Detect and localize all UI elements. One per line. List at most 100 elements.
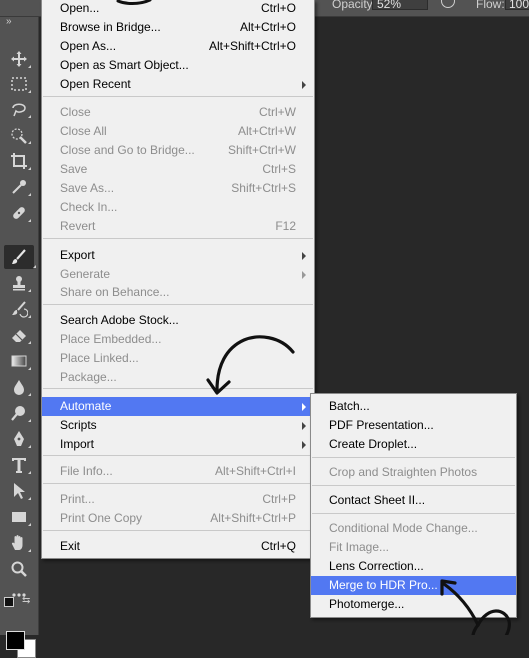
- submenu-item-conditional-mode-change[interactable]: Conditional Mode Change...: [311, 519, 516, 538]
- menu-item-label: Automate: [60, 399, 112, 413]
- menu-item-label: Open Recent: [60, 77, 131, 91]
- menu-item-import[interactable]: Import: [42, 435, 314, 454]
- brush-tool-icon[interactable]: [4, 245, 36, 269]
- submenu-item-photomerge[interactable]: Photomerge...: [311, 595, 516, 614]
- submenu-item-label: Create Droplet...: [329, 437, 418, 451]
- history-brush-tool-icon[interactable]: [9, 299, 31, 319]
- menu-item-open-as-smart-object[interactable]: Open as Smart Object...: [42, 56, 314, 75]
- menu-item-search-adobe-stock[interactable]: Search Adobe Stock...: [42, 311, 314, 330]
- menu-item-shortcut: Shift+Ctrl+W: [227, 143, 296, 157]
- rectangle-tool-icon[interactable]: [9, 507, 31, 527]
- opacity-field[interactable]: 52%: [372, 0, 428, 11]
- menu-item-exit[interactable]: Exit Ctrl+Q: [42, 537, 314, 556]
- menu-item-shortcut: Alt+Ctrl+W: [237, 124, 296, 138]
- menu-item-place-linked[interactable]: Place Linked...: [42, 349, 314, 368]
- marquee-tool-icon[interactable]: [9, 74, 31, 94]
- crop-tool-icon[interactable]: [9, 151, 31, 171]
- menu-separator: [312, 513, 515, 514]
- menu-item-save-as[interactable]: Save As... Shift+Ctrl+S: [42, 179, 314, 198]
- submenu-item-create-droplet[interactable]: Create Droplet...: [311, 435, 516, 454]
- menu-item-shortcut: Shift+Ctrl+S: [231, 181, 296, 195]
- menu-separator: [43, 96, 313, 97]
- menu-item-close[interactable]: Close Ctrl+W: [42, 103, 314, 122]
- menu-item-label: Place Linked...: [60, 351, 139, 365]
- menu-item-open-recent[interactable]: Open Recent: [42, 75, 314, 94]
- menu-item-shortcut: Alt+Shift+Ctrl+P: [210, 511, 296, 525]
- menu-item-shortcut: Ctrl+O: [260, 1, 296, 15]
- menu-separator: [43, 530, 313, 531]
- type-tool-icon[interactable]: [9, 455, 31, 475]
- menu-item-label: Package...: [60, 370, 117, 384]
- flow-label: Flow:: [476, 0, 505, 11]
- menu-item-open[interactable]: Open... Ctrl+O: [42, 0, 314, 18]
- submenu-item-label: Photomerge...: [329, 597, 405, 611]
- menu-item-label: Check In...: [60, 200, 118, 214]
- submenu-item-merge-to-hdr-pro[interactable]: Merge to HDR Pro...: [311, 576, 516, 595]
- menu-item-share-on-behance[interactable]: Share on Behance...: [42, 283, 314, 302]
- menu-item-revert[interactable]: Revert F12: [42, 217, 314, 236]
- airbrush-icon[interactable]: [441, 0, 455, 8]
- menu-separator: [43, 455, 313, 456]
- automate-submenu: Batch... PDF Presentation... Create Drople…: [310, 393, 517, 618]
- menu-item-close-all[interactable]: Close All Alt+Ctrl+W: [42, 122, 314, 141]
- flow-field[interactable]: 100: [505, 0, 529, 11]
- menu-item-check-in[interactable]: Check In...: [42, 198, 314, 217]
- submenu-item-label: Lens Correction...: [329, 559, 424, 573]
- menu-item-generate[interactable]: Generate: [42, 265, 314, 284]
- eyedropper-tool-icon[interactable]: [9, 177, 31, 197]
- menu-item-package[interactable]: Package...: [42, 368, 314, 387]
- menu-item-label: Search Adobe Stock...: [60, 313, 179, 327]
- menu-item-label: Generate: [60, 267, 111, 281]
- hand-tool-icon[interactable]: [9, 533, 31, 553]
- menu-item-label: Browse in Bridge...: [60, 20, 161, 34]
- menu-item-print[interactable]: Print... Ctrl+P: [42, 490, 314, 509]
- submenu-arrow-icon: [302, 252, 306, 260]
- blur-tool-icon[interactable]: [9, 377, 31, 397]
- lasso-tool-icon[interactable]: [9, 99, 31, 119]
- opacity-label: Opacity:: [332, 0, 377, 11]
- eraser-tool-icon[interactable]: [9, 325, 31, 345]
- menu-item-label: Open As...: [60, 39, 117, 53]
- submenu-item-lens-correction[interactable]: Lens Correction...: [311, 557, 516, 576]
- submenu-arrow-icon: [302, 403, 306, 411]
- menu-item-export[interactable]: Export: [42, 246, 314, 265]
- dodge-tool-icon[interactable]: [9, 403, 31, 423]
- menu-item-shortcut: Alt+Shift+Ctrl+I: [214, 464, 296, 478]
- gradient-tool-icon[interactable]: [9, 351, 31, 371]
- menu-item-save[interactable]: Save Ctrl+S: [42, 160, 314, 179]
- menu-item-print-one-copy[interactable]: Print One Copy Alt+Shift+Ctrl+P: [42, 509, 314, 528]
- menu-item-scripts[interactable]: Scripts: [42, 416, 314, 435]
- quick-selection-tool-icon[interactable]: [9, 125, 31, 145]
- submenu-item-pdf-presentation[interactable]: PDF Presentation...: [311, 416, 516, 435]
- submenu-item-fit-image[interactable]: Fit Image...: [311, 538, 516, 557]
- menu-item-shortcut: Ctrl+P: [262, 492, 296, 506]
- path-selection-tool-icon[interactable]: [9, 481, 31, 501]
- menu-item-shortcut: Ctrl+S: [262, 162, 296, 176]
- submenu-item-contact-sheet-ii[interactable]: Contact Sheet II...: [311, 491, 516, 510]
- swap-colors-icon[interactable]: ⇆: [22, 595, 30, 606]
- menu-item-open-as[interactable]: Open As... Alt+Shift+Ctrl+O: [42, 37, 314, 56]
- collapse-panel-icon[interactable]: »: [6, 16, 12, 27]
- clone-stamp-tool-icon[interactable]: [9, 273, 31, 293]
- submenu-item-batch[interactable]: Batch...: [311, 397, 516, 416]
- menu-item-label: File Info...: [60, 464, 113, 478]
- move-tool-icon[interactable]: [9, 49, 31, 69]
- zoom-tool-icon[interactable]: [9, 559, 29, 579]
- foreground-color-swatch[interactable]: [6, 631, 25, 650]
- submenu-item-crop-and-straighten-photos[interactable]: Crop and Straighten Photos: [311, 463, 516, 482]
- menu-item-label: Print One Copy: [60, 511, 143, 525]
- submenu-arrow-icon: [302, 422, 306, 430]
- menu-item-browse-in-bridge[interactable]: Browse in Bridge... Alt+Ctrl+O: [42, 18, 314, 37]
- menu-item-close-and-go-to-bridge[interactable]: Close and Go to Bridge... Shift+Ctrl+W: [42, 141, 314, 160]
- menu-separator: [43, 388, 313, 389]
- menu-item-shortcut: Alt+Ctrl+O: [239, 20, 296, 34]
- menu-item-file-info[interactable]: File Info... Alt+Shift+Ctrl+I: [42, 462, 314, 481]
- menu-separator: [43, 304, 313, 305]
- healing-brush-tool-icon[interactable]: [9, 203, 31, 223]
- menu-item-place-embedded[interactable]: Place Embedded...: [42, 330, 314, 349]
- submenu-item-label: Fit Image...: [329, 540, 390, 554]
- default-colors-icon[interactable]: [4, 597, 14, 607]
- menu-item-label: Share on Behance...: [60, 285, 170, 299]
- pen-tool-icon[interactable]: [9, 429, 31, 449]
- menu-item-automate[interactable]: Automate: [42, 397, 314, 416]
